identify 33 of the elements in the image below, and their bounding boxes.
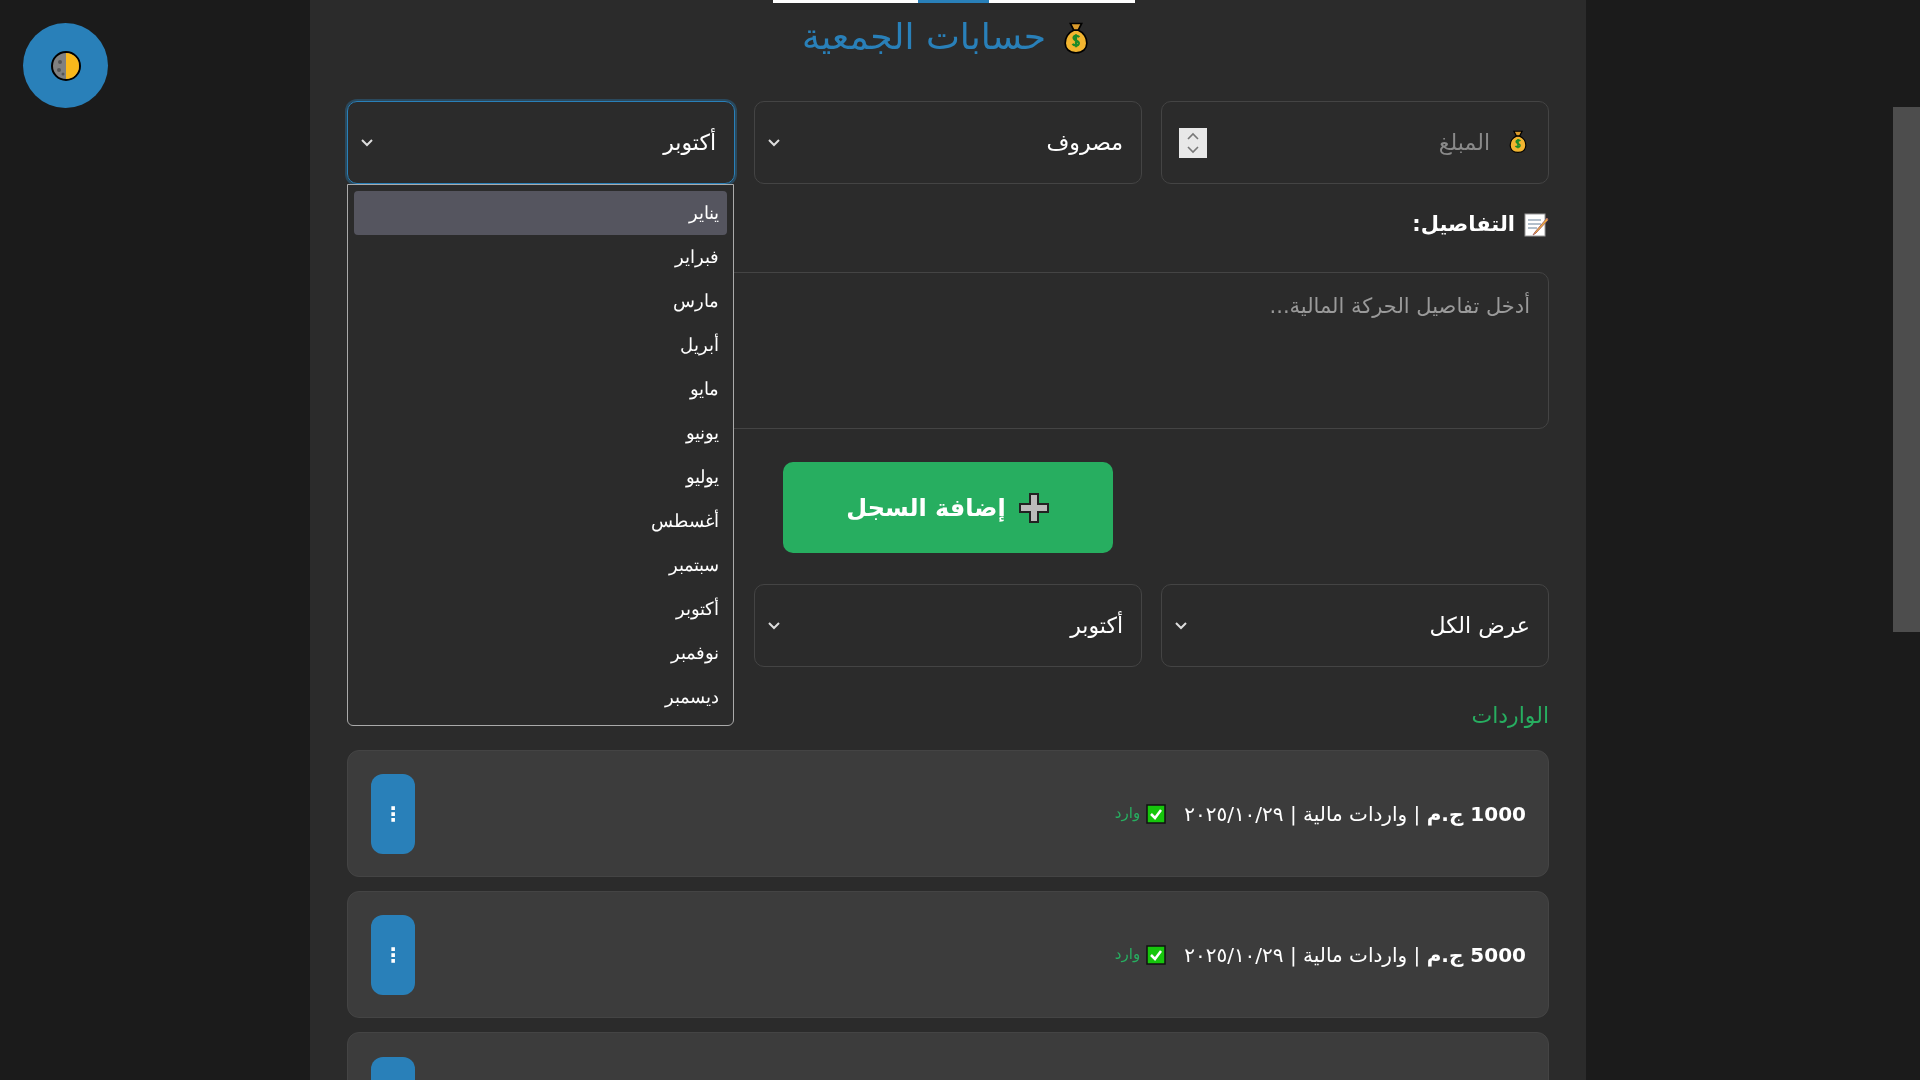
plus-icon [1017,491,1050,524]
section-heading: الواردات [1471,702,1549,730]
dropdown-option[interactable]: أغسطس [354,499,727,543]
page-title: حسابات الجمعية [801,14,1047,59]
month-filter-select[interactable]: أكتوبر [754,584,1142,667]
more-options-button[interactable]: ⋮ [371,773,415,854]
month-select[interactable]: أكتوبر [347,101,735,184]
more-options-button[interactable]: ⋮ [371,914,415,995]
dropdown-option[interactable]: نوفمبر [354,631,727,675]
record-text: 1000 ج.م | واردات مالية | ٢٠٢٥/١٠/٢٩ [1184,800,1526,828]
dropdown-option[interactable]: سبتمبر [354,543,727,587]
amount-field[interactable]: المبلغ [1161,101,1549,184]
dropdown-option[interactable]: يناير [354,191,727,235]
chevron-down-icon [767,138,781,147]
scrollbar-thumb[interactable] [1893,107,1920,632]
dropdown-option[interactable]: أكتوبر [354,587,727,631]
status-tag: وارد [1114,943,1141,966]
record-text: 5000 ج.م | واردات مالية | ٢٠٢٥/١٠/٢٩ [1184,941,1526,969]
type-filter-select[interactable]: عرض الكل [1161,584,1549,667]
dropdown-option[interactable]: مارس [354,279,727,323]
dropdown-option[interactable]: يوليو [354,455,727,499]
dropdown-option[interactable]: أبريل [354,323,727,367]
details-label: التفاصيل: [1412,211,1515,239]
chevron-down-icon [767,621,781,630]
chevron-down-icon [1174,621,1188,630]
chevron-down-icon [360,138,374,147]
status-tag: وارد [1114,802,1141,825]
number-spinner-icon[interactable] [1179,128,1207,158]
dropdown-option[interactable]: ديسمبر [354,675,727,719]
moon-icon [49,49,82,82]
memo-icon [1523,212,1549,238]
type-select[interactable]: مصروف [754,101,1142,184]
dropdown-option[interactable]: مايو [354,367,727,411]
